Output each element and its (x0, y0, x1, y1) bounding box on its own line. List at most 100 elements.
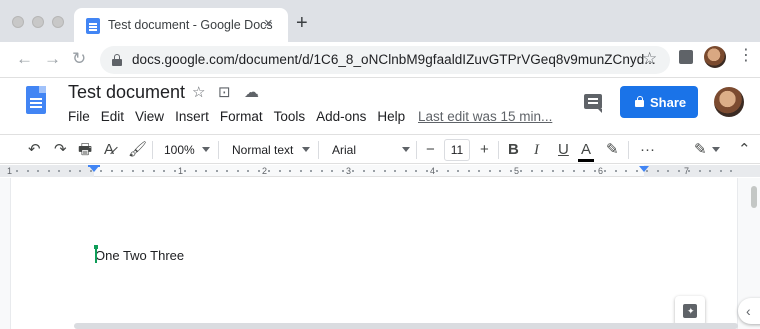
ruler-tick (457, 170, 459, 172)
ruler-tick (153, 170, 155, 172)
ruler-tick (16, 170, 18, 172)
address-bar[interactable]: docs.google.com/document/d/1C6_8_oNClnbM… (100, 46, 670, 74)
document-body-text[interactable]: One Two Three (95, 248, 184, 263)
menu-view[interactable]: View (135, 109, 164, 127)
browser-toolbar: ← → ↻ docs.google.com/document/d/1C6_8_o… (0, 42, 760, 78)
ruler-tick (499, 170, 501, 172)
lock-icon[interactable] (112, 54, 122, 66)
menu-format[interactable]: Format (220, 109, 263, 127)
ruler-tick (468, 170, 470, 172)
ruler-tick (625, 170, 627, 172)
window-minimize-button[interactable] (32, 16, 44, 28)
increase-font-size-button[interactable]: + (480, 141, 489, 159)
last-edit-link[interactable]: Last edit was 15 min... (418, 109, 552, 124)
ruler-tick (720, 170, 722, 172)
share-button[interactable]: Share (620, 86, 698, 118)
more-options-icon[interactable]: ··· (640, 141, 655, 159)
account-avatar[interactable] (714, 87, 744, 117)
scrollbar-thumb[interactable] (751, 186, 757, 208)
ruler-tick (394, 170, 396, 172)
menu-add-ons[interactable]: Add-ons (316, 109, 366, 127)
zoom-select[interactable]: 100% (164, 142, 195, 158)
zoom-chevron-down-icon[interactable] (202, 147, 210, 152)
comment-history-icon[interactable] (584, 94, 602, 113)
text-cursor (94, 245, 98, 263)
window-maximize-button[interactable] (52, 16, 64, 28)
editing-mode-icon[interactable]: ✎ (694, 141, 707, 159)
ruler-tick (489, 170, 491, 172)
forward-button[interactable]: → (44, 50, 61, 68)
ruler-tick (289, 170, 291, 172)
ruler-tick (321, 170, 323, 172)
browser-tab-strip: Test document - Google Docs × + (0, 0, 760, 42)
extensions-puzzle-icon[interactable] (679, 50, 693, 64)
style-chevron-down-icon[interactable] (302, 147, 310, 152)
reload-button[interactable]: ↻ (72, 50, 86, 68)
ruler-tick (237, 170, 239, 172)
decrease-font-size-button[interactable]: − (426, 141, 435, 159)
browser-profile-avatar[interactable] (704, 46, 726, 68)
ruler[interactable]: 1 1 2 3 4 5 6 7 (0, 165, 760, 177)
editing-mode-chevron-down-icon[interactable] (712, 147, 720, 152)
browser-tab-active[interactable]: Test document - Google Docs × (74, 8, 288, 42)
docs-logo-icon[interactable] (26, 86, 46, 114)
url-text[interactable]: docs.google.com/document/d/1C6_8_oNClnbM… (132, 52, 656, 67)
ruler-tick (646, 170, 648, 172)
menu-help[interactable]: Help (377, 109, 405, 127)
star-icon[interactable]: ☆ (192, 84, 205, 102)
ruler-tick (615, 170, 617, 172)
browser-menu-kebab-icon[interactable]: ⋮ (738, 48, 754, 64)
menu-edit[interactable]: Edit (101, 109, 124, 127)
move-folder-icon[interactable]: ⊡ (218, 84, 231, 102)
ruler-tick (657, 170, 659, 172)
undo-icon[interactable]: ↶ (28, 141, 41, 159)
ruler-tick (100, 170, 102, 172)
ruler-tick (184, 170, 186, 172)
new-tab-button[interactable]: + (296, 13, 308, 33)
ruler-tick (310, 170, 312, 172)
ruler-tick (552, 170, 554, 172)
document-title[interactable]: Test document (68, 82, 185, 103)
ruler-tick (268, 170, 270, 172)
side-panel-toggle[interactable]: ‹ (738, 298, 760, 324)
ruler-tick (342, 170, 344, 172)
paint-format-icon[interactable]: 🖌 (128, 141, 147, 159)
highlight-color-icon[interactable]: ✎ (606, 141, 619, 159)
ruler-tick (447, 170, 449, 172)
underline-button[interactable]: U (558, 141, 569, 159)
ruler-tick (478, 170, 480, 172)
ruler-tick (667, 170, 669, 172)
ruler-tick (121, 170, 123, 172)
menu-tools[interactable]: Tools (274, 109, 306, 127)
bookmark-star-icon[interactable]: ☆ (642, 49, 657, 69)
style-select[interactable]: Normal text (232, 142, 293, 158)
collapse-menus-icon[interactable]: ⌃ (738, 141, 751, 159)
italic-button[interactable]: I (534, 141, 539, 159)
ruler-tick (174, 170, 176, 172)
menu-insert[interactable]: Insert (175, 109, 209, 127)
back-button[interactable]: ← (16, 50, 33, 68)
window-close-button[interactable] (12, 16, 24, 28)
ruler-tick (415, 170, 417, 172)
text-color-button[interactable]: A (581, 141, 591, 159)
text-color-swatch (578, 159, 594, 162)
ruler-tick (331, 170, 333, 172)
redo-icon[interactable]: ↷ (54, 141, 67, 159)
font-size-input[interactable]: 11 (444, 139, 470, 161)
ruler-tick (205, 170, 207, 172)
font-select[interactable]: Arial (332, 142, 356, 158)
ruler-tick (510, 170, 512, 172)
horizontal-scrollbar[interactable] (74, 323, 738, 329)
cloud-status-icon[interactable]: ☁ (244, 84, 259, 102)
ruler-tick (37, 170, 39, 172)
menu-file[interactable]: File (68, 109, 90, 127)
spellcheck-icon[interactable]: A̷ (104, 141, 114, 159)
bold-button[interactable]: B (508, 141, 519, 159)
tab-close-icon[interactable]: × (264, 15, 273, 33)
print-icon[interactable]: 🖶 (78, 141, 92, 159)
ruler-tick (142, 170, 144, 172)
ruler-tick (90, 170, 92, 172)
explore-button[interactable]: ✦ (675, 296, 705, 326)
docs-menubar: File Edit View Insert Format Tools Add-o… (68, 109, 416, 127)
font-chevron-down-icon[interactable] (402, 147, 410, 152)
